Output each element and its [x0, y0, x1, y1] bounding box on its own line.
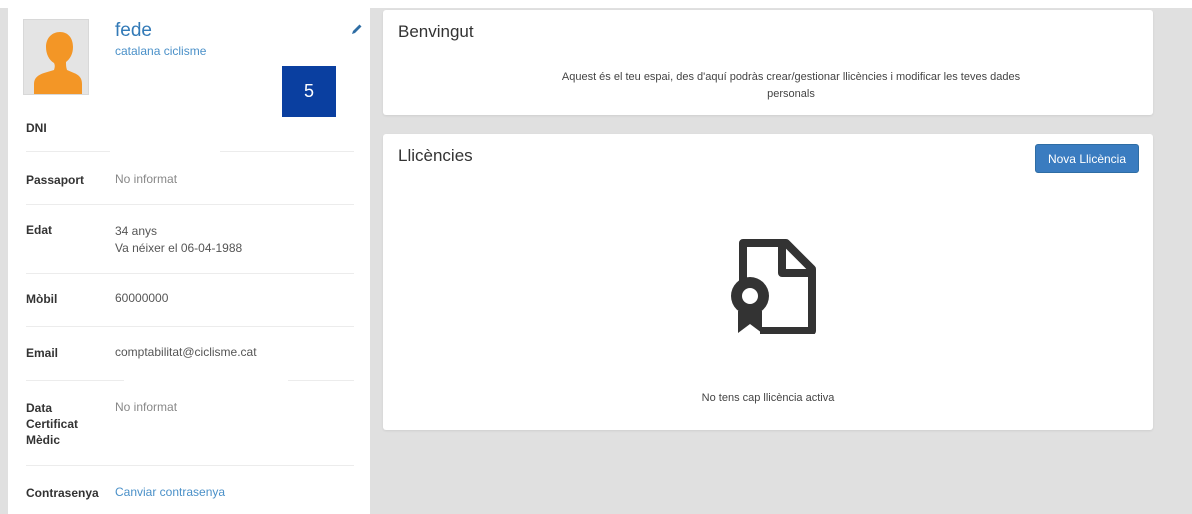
welcome-card: Benvingut Aquest és el teu espai, des d'… [383, 10, 1153, 115]
profile-panel: fede catalana ciclisme 5 DNI Passaport N… [8, 8, 370, 514]
divider [26, 273, 354, 274]
medical-certificate-label: Data Certificat Mèdic [26, 401, 79, 447]
divider [220, 151, 354, 152]
licenses-card: Llicències Nova Llicència No tens cap ll… [383, 134, 1153, 430]
email-value: comptabilitat@ciclisme.cat [115, 345, 257, 359]
birthdate-value: Va néixer el 06-04-1988 [115, 241, 243, 255]
age-label: Edat [26, 223, 53, 237]
mobile-label: Mòbil [26, 292, 58, 306]
divider [26, 380, 124, 381]
dni-label: DNI [26, 121, 47, 135]
pencil-icon[interactable] [351, 22, 363, 34]
empty-licenses-message: No tens cap llicència activa [701, 392, 835, 404]
welcome-title: Benvingut [398, 22, 474, 41]
change-password-link[interactable]: Canviar contrasenya [115, 484, 225, 501]
avatar [23, 19, 89, 95]
user-club[interactable]: catalana ciclisme [115, 44, 206, 58]
divider [26, 204, 354, 205]
email-label: Email [26, 346, 59, 360]
medical-certificate-value: No informat [115, 400, 178, 414]
new-license-button[interactable]: Nova Llicència [1035, 144, 1139, 173]
divider [288, 380, 354, 381]
user-name[interactable]: fede [115, 20, 152, 42]
licenses-title: Llicències [398, 146, 473, 165]
age-value: 34 anys [115, 224, 158, 238]
divider [26, 151, 110, 152]
passport-label: Passaport [26, 173, 85, 187]
password-label: Contrasenya [26, 486, 99, 500]
welcome-message: Aquest és el teu espai, des d'aquí podrà… [561, 71, 1021, 100]
mobile-value: 60000000 [115, 291, 169, 305]
divider [26, 326, 354, 327]
user-silhouette-icon [24, 20, 88, 94]
notification-badge[interactable]: 5 [282, 66, 336, 117]
divider [26, 465, 354, 466]
passport-value: No informat [115, 172, 178, 186]
license-certificate-icon [726, 239, 816, 335]
